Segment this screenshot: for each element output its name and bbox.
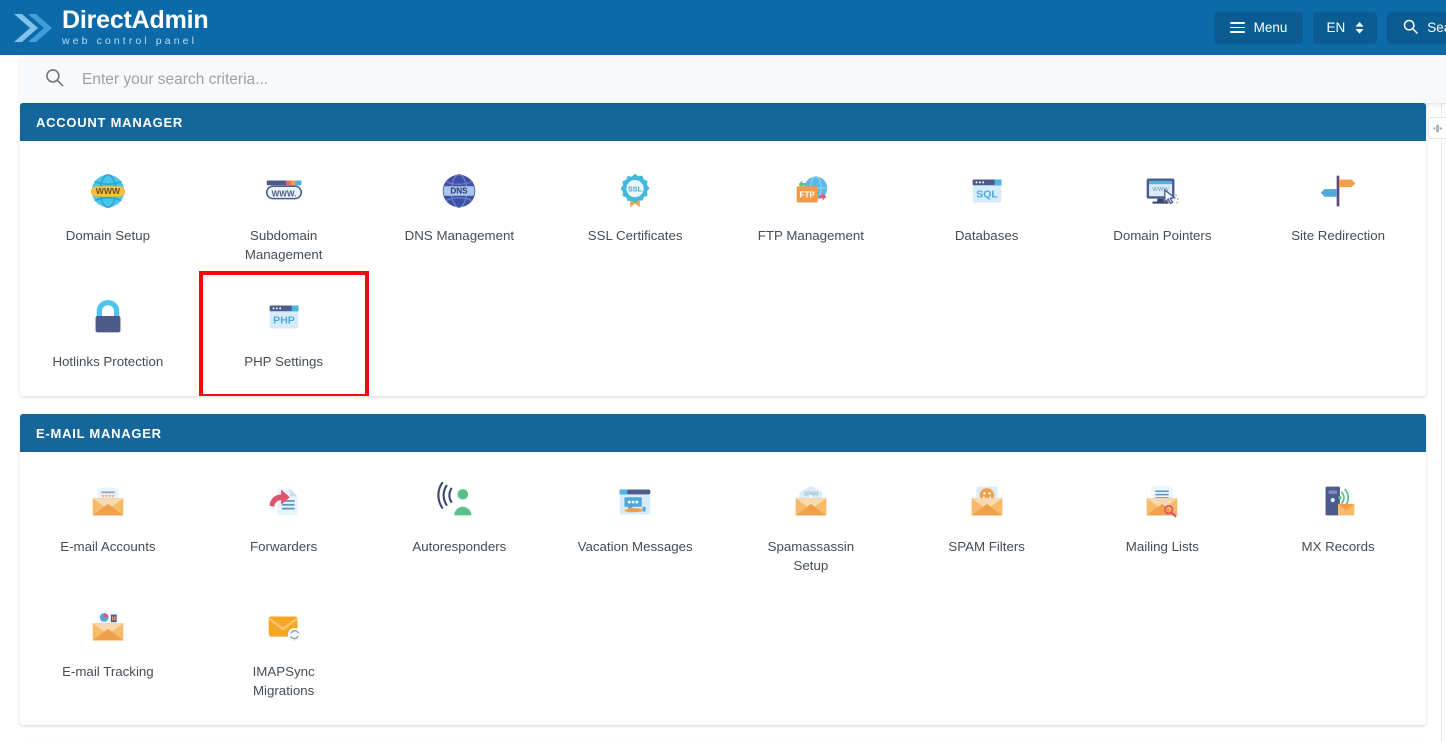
feature-tile[interactable]: WWW. Subdomain Management (196, 153, 372, 279)
feature-tile-label: Hotlinks Protection (52, 353, 164, 369)
document-forward-arrow-icon (258, 476, 310, 528)
sql-window-icon: SQL (961, 165, 1013, 217)
svg-text:SSL: SSL (628, 186, 643, 194)
language-selector[interactable]: EN (1313, 11, 1378, 44)
php-window-icon: PHP (258, 291, 310, 343)
padlock-icon (82, 291, 134, 343)
feature-tile-label: Subdomain Management (244, 228, 323, 262)
feature-tile-label: SSL Certificates (587, 228, 683, 243)
feature-tile[interactable]: WWW Domain Setup (20, 153, 196, 279)
search-icon (45, 68, 64, 92)
feature-tile-label: E-mail Tracking (62, 664, 154, 680)
person-broadcast-icon (433, 476, 485, 528)
magnifier-icon (1403, 19, 1419, 37)
feature-tile[interactable]: Autoresponders (372, 464, 548, 590)
panel-toggle-icon[interactable] (1428, 117, 1446, 139)
envelope-password-icon: **** (82, 476, 134, 528)
feature-tile[interactable]: Vacation Messages (547, 464, 723, 590)
brand-logo[interactable]: DirectAdmin web control panel (10, 6, 209, 48)
svg-text:FTP: FTP (799, 191, 815, 200)
feature-tile-label: FTP Management (757, 228, 864, 243)
page-content: ACCOUNT MANAGER WWW Domain Setup WWW. Su… (0, 103, 1446, 742)
feature-tile-label: Forwarders (250, 538, 318, 554)
envelope-sync-icon (258, 601, 310, 653)
feature-tile-label: Mailing Lists (1125, 538, 1199, 554)
signpost-arrows-icon (1312, 165, 1364, 217)
feature-tile-label: SPAM Filters (948, 538, 1025, 554)
brand-name-second: Admin (131, 6, 209, 35)
menu-button[interactable]: Menu (1213, 11, 1304, 44)
svg-text:WWW.: WWW. (271, 189, 296, 198)
envelope-list-icon (1136, 476, 1188, 528)
feature-tile-label: MX Records (1301, 538, 1375, 554)
monitor-cursor-icon: WWW (1136, 165, 1188, 217)
feature-grid: **** E-mail Accounts Forwarders Autoresp… (20, 452, 1426, 726)
ssl-badge-icon: SSL (609, 165, 661, 217)
globe-www-icon: WWW (82, 165, 134, 217)
envelope-chart-icon (82, 601, 134, 653)
ftp-folder-globe-icon: FTP (785, 165, 837, 217)
search-button[interactable]: Search (1387, 11, 1446, 44)
feature-tile[interactable]: Site Redirection (1250, 153, 1426, 279)
hamburger-icon (1229, 22, 1245, 33)
right-divider-rule (1441, 103, 1442, 742)
envelope-spam-alert-icon: SPAM ! (785, 476, 837, 528)
svg-text:DNS: DNS (451, 187, 469, 196)
svg-text:WWW: WWW (96, 186, 121, 196)
feature-tile[interactable]: IMAPSync Migrations (196, 589, 372, 715)
menu-button-label: Menu (1253, 20, 1288, 35)
feature-tile[interactable]: DNS DNS Management (372, 153, 548, 279)
feature-tile-label: DNS Management (404, 228, 515, 243)
feature-tile-label: Databases (954, 228, 1019, 243)
feature-tile[interactable]: SPAM ! Spamassassin Setup (723, 464, 899, 590)
feature-tile-label: E-mail Accounts (60, 538, 156, 554)
feature-tile[interactable]: PHP PHP Settings (196, 270, 372, 396)
feature-tile-label: Autoresponders (412, 538, 507, 554)
svg-text:SQL: SQL (976, 189, 998, 201)
brand-name-first: Direct (62, 6, 132, 35)
dns-globe-icon: DNS (433, 165, 485, 217)
feature-tile[interactable]: FTP FTP Management (723, 153, 899, 279)
browser-chat-pencil-icon (609, 476, 661, 528)
chevrons-right-icon (10, 8, 54, 48)
brand-tagline: web control panel (62, 35, 198, 48)
search-bar[interactable] (20, 57, 1446, 103)
feature-tile[interactable]: SSL SSL Certificates (547, 153, 723, 279)
feature-tile-label: Vacation Messages (577, 538, 693, 554)
section-card: ACCOUNT MANAGER WWW Domain Setup WWW. Su… (20, 103, 1426, 396)
feature-tile[interactable]: Mailing Lists (1075, 464, 1251, 590)
feature-tile[interactable]: SQL Databases (899, 153, 1075, 279)
feature-grid: WWW Domain Setup WWW. Subdomain Manageme… (20, 141, 1426, 396)
language-value: EN (1326, 20, 1346, 35)
svg-text:PHP: PHP (273, 314, 295, 326)
section-title: E-MAIL MANAGER (20, 413, 1426, 452)
server-signal-envelope-icon (1312, 476, 1364, 528)
up-down-chevron-icon (1355, 21, 1364, 34)
top-header-bar: DirectAdmin web control panel Menu EN Se (0, 0, 1446, 55)
search-button-label: Search (1427, 20, 1446, 35)
feature-tile[interactable]: SPAM Filters (899, 464, 1075, 590)
feature-tile[interactable]: **** E-mail Accounts (20, 464, 196, 590)
feature-tile-label: IMAPSync Migrations (252, 664, 315, 699)
feature-tile[interactable]: MX Records (1250, 464, 1426, 590)
feature-tile-label: Domain Setup (65, 228, 150, 243)
section-card: E-MAIL MANAGER **** E-mail Accounts Forw… (20, 413, 1426, 726)
feature-tile-label: Site Redirection (1291, 228, 1386, 243)
section-title: ACCOUNT MANAGER (20, 103, 1426, 141)
browser-address-bar-icon: WWW. (258, 165, 310, 217)
feature-tile[interactable]: Hotlinks Protection (20, 279, 196, 386)
feature-tile[interactable]: WWW Domain Pointers (1075, 153, 1251, 279)
search-input[interactable] (82, 71, 882, 89)
feature-tile-label: Domain Pointers (1113, 228, 1212, 243)
feature-tile-label: Spamassassin Setup (767, 538, 855, 573)
feature-tile-label: PHP Settings (244, 353, 324, 369)
envelope-smiley-icon (961, 476, 1013, 528)
feature-tile[interactable]: E-mail Tracking (20, 589, 196, 715)
feature-tile[interactable]: Forwarders (196, 464, 372, 590)
